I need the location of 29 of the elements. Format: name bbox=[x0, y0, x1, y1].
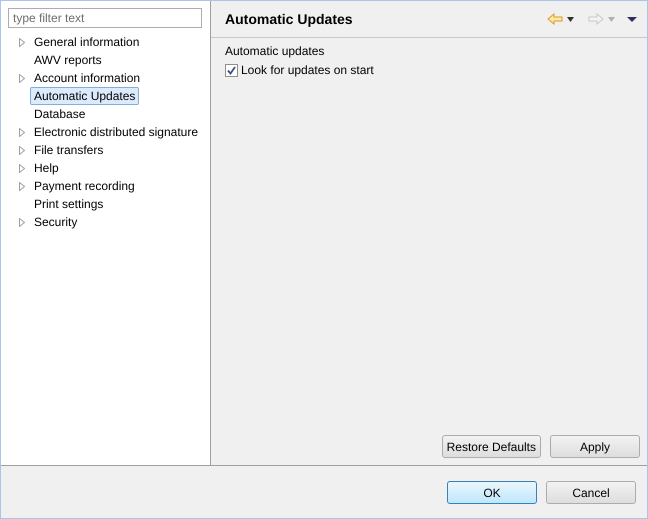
group-label: Automatic updates bbox=[225, 44, 326, 58]
tree-item[interactable]: Print settings bbox=[30, 195, 108, 213]
page-button[interactable]: Apply bbox=[550, 435, 640, 458]
tree-item[interactable]: Payment recording bbox=[30, 177, 139, 195]
tree-item[interactable]: General information bbox=[30, 33, 144, 51]
menu-caret-icon[interactable] bbox=[627, 16, 637, 22]
page-title: Automatic Updates bbox=[225, 11, 354, 27]
caret-icon[interactable] bbox=[567, 16, 574, 22]
expand-icon[interactable] bbox=[19, 74, 25, 82]
expand-icon[interactable] bbox=[18, 128, 25, 136]
tree-item[interactable]: Database bbox=[30, 105, 90, 123]
tree-item[interactable]: Security bbox=[30, 213, 82, 231]
tree-item[interactable]: Automatic Updates bbox=[30, 87, 140, 105]
expand-icon[interactable] bbox=[19, 146, 25, 154]
dialog-button[interactable]: OK bbox=[447, 481, 537, 504]
tree-item[interactable]: File transfers bbox=[30, 141, 108, 159]
expand-icon[interactable] bbox=[19, 182, 25, 190]
tree-item[interactable]: AWV reports bbox=[30, 51, 106, 69]
filter-field[interactable]: type filter text bbox=[8, 8, 202, 28]
page-button[interactable]: Restore Defaults bbox=[442, 435, 541, 458]
checkbox-label: Look for updates on start bbox=[241, 63, 374, 77]
dialog-button[interactable]: Cancel bbox=[546, 481, 636, 504]
checkbox[interactable] bbox=[225, 64, 238, 76]
expand-icon[interactable] bbox=[19, 218, 25, 226]
expand-icon[interactable] bbox=[19, 164, 25, 172]
tree-item[interactable]: Help bbox=[30, 159, 63, 177]
expand-icon[interactable] bbox=[19, 38, 25, 46]
tree-item[interactable]: Account information bbox=[30, 69, 144, 87]
tree-item[interactable]: Electronic distributed signature bbox=[30, 123, 202, 141]
